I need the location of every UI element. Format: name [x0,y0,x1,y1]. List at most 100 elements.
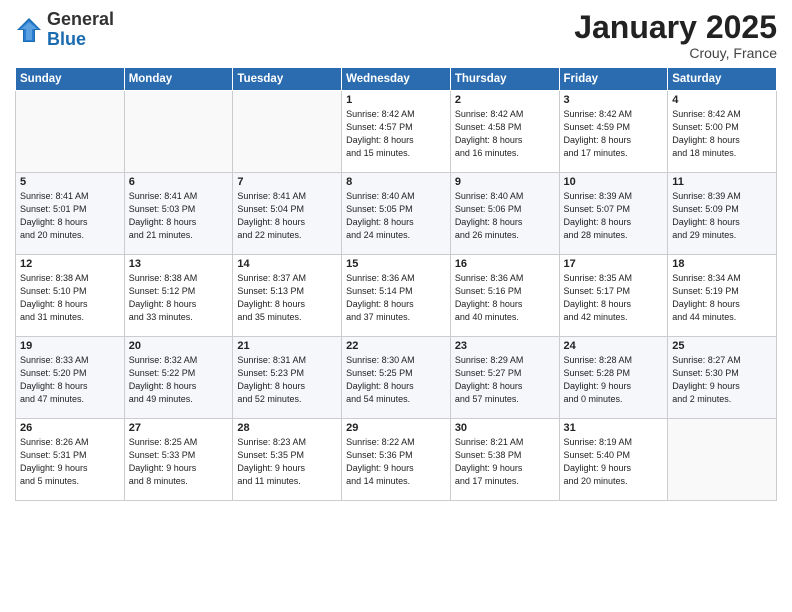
calendar-cell: 13 Sunrise: 8:38 AMSunset: 5:12 PMDayligh… [124,255,233,337]
calendar-cell: 12 Sunrise: 8:38 AMSunset: 5:10 PMDayligh… [16,255,125,337]
day-info: Sunrise: 8:30 AMSunset: 5:25 PMDaylight:… [346,354,446,406]
day-info: Sunrise: 8:42 AMSunset: 5:00 PMDaylight:… [672,108,772,160]
day-number: 30 [455,422,555,434]
day-number: 22 [346,340,446,352]
day-number: 27 [129,422,229,434]
day-number: 29 [346,422,446,434]
day-number: 11 [672,176,772,188]
day-number: 26 [20,422,120,434]
day-number: 13 [129,258,229,270]
header-sunday: Sunday [16,68,125,91]
calendar-cell: 23Sunrise: 8:29 AMSunset: 5:27 PMDayligh… [450,337,559,419]
calendar-cell [16,91,125,173]
calendar-cell: 16Sunrise: 8:36 AMSunset: 5:16 PMDayligh… [450,255,559,337]
month-year: January 2025 [574,10,777,45]
day-info: Sunrise: 8:41 AMSunset: 5:01 PMDaylight:… [20,190,120,242]
day-number: 21 [237,340,337,352]
week-row-2: 12 Sunrise: 8:38 AMSunset: 5:10 PMDayligh… [16,255,777,337]
day-info: Sunrise: 8:41 AMSunset: 5:03 PMDaylight:… [129,190,229,242]
calendar: Sunday Monday Tuesday Wednesday Thursday… [15,67,777,501]
day-info: Sunrise: 8:25 AMSunset: 5:33 PMDaylight:… [129,436,229,488]
calendar-cell: 2 Sunrise: 8:42 AMSunset: 4:58 PMDaylight… [450,91,559,173]
calendar-cell: 21 Sunrise: 8:31 AMSunset: 5:23 PMDayligh… [233,337,342,419]
title-block: January 2025 Crouy, France [574,10,777,61]
calendar-cell: 5 Sunrise: 8:41 AMSunset: 5:01 PMDaylight… [16,173,125,255]
calendar-cell [668,419,777,501]
day-number: 17 [564,258,664,270]
calendar-cell [233,91,342,173]
day-number: 4 [672,94,772,106]
week-row-3: 19Sunrise: 8:33 AMSunset: 5:20 PMDayligh… [16,337,777,419]
calendar-cell: 6 Sunrise: 8:41 AMSunset: 5:03 PMDaylight… [124,173,233,255]
day-info: Sunrise: 8:38 AMSunset: 5:12 PMDaylight:… [129,272,229,324]
calendar-cell: 28Sunrise: 8:23 AMSunset: 5:35 PMDayligh… [233,419,342,501]
calendar-cell: 10Sunrise: 8:39 AMSunset: 5:07 PMDayligh… [559,173,668,255]
day-number: 18 [672,258,772,270]
calendar-cell: 24 Sunrise: 8:28 AMSunset: 5:28 PMDayligh… [559,337,668,419]
header-friday: Friday [559,68,668,91]
day-info: Sunrise: 8:42 AMSunset: 4:59 PMDaylight:… [564,108,664,160]
day-number: 24 [564,340,664,352]
day-number: 9 [455,176,555,188]
logo-icon [15,16,43,44]
calendar-cell: 1Sunrise: 8:42 AMSunset: 4:57 PMDaylight… [342,91,451,173]
calendar-cell: 22 Sunrise: 8:30 AMSunset: 5:25 PMDayligh… [342,337,451,419]
header-thursday: Thursday [450,68,559,91]
calendar-cell: 18 Sunrise: 8:34 AMSunset: 5:19 PMDayligh… [668,255,777,337]
header-saturday: Saturday [668,68,777,91]
calendar-cell: 20Sunrise: 8:32 AMSunset: 5:22 PMDayligh… [124,337,233,419]
day-number: 3 [564,94,664,106]
day-number: 12 [20,258,120,270]
calendar-cell: 31 Sunrise: 8:19 AMSunset: 5:40 PMDayligh… [559,419,668,501]
day-info: Sunrise: 8:28 AMSunset: 5:28 PMDaylight:… [564,354,664,406]
day-info: Sunrise: 8:37 AMSunset: 5:13 PMDaylight:… [237,272,337,324]
day-info: Sunrise: 8:42 AMSunset: 4:58 PMDaylight:… [455,108,555,160]
calendar-cell: 9 Sunrise: 8:40 AMSunset: 5:06 PMDaylight… [450,173,559,255]
calendar-cell: 19Sunrise: 8:33 AMSunset: 5:20 PMDayligh… [16,337,125,419]
logo-general: General [47,9,114,29]
day-info: Sunrise: 8:19 AMSunset: 5:40 PMDaylight:… [564,436,664,488]
day-info: Sunrise: 8:29 AMSunset: 5:27 PMDaylight:… [455,354,555,406]
header-tuesday: Tuesday [233,68,342,91]
calendar-cell: 29Sunrise: 8:22 AMSunset: 5:36 PMDayligh… [342,419,451,501]
page: General Blue January 2025 Crouy, France … [0,0,792,612]
day-info: Sunrise: 8:36 AMSunset: 5:14 PMDaylight:… [346,272,446,324]
calendar-cell: 14 Sunrise: 8:37 AMSunset: 5:13 PMDayligh… [233,255,342,337]
day-number: 6 [129,176,229,188]
day-number: 25 [672,340,772,352]
day-number: 8 [346,176,446,188]
day-info: Sunrise: 8:26 AMSunset: 5:31 PMDaylight:… [20,436,120,488]
day-number: 5 [20,176,120,188]
day-info: Sunrise: 8:40 AMSunset: 5:06 PMDaylight:… [455,190,555,242]
day-info: Sunrise: 8:41 AMSunset: 5:04 PMDaylight:… [237,190,337,242]
day-info: Sunrise: 8:31 AMSunset: 5:23 PMDaylight:… [237,354,337,406]
day-number: 31 [564,422,664,434]
calendar-cell: 15Sunrise: 8:36 AMSunset: 5:14 PMDayligh… [342,255,451,337]
day-number: 28 [237,422,337,434]
day-number: 14 [237,258,337,270]
week-row-1: 5 Sunrise: 8:41 AMSunset: 5:01 PMDaylight… [16,173,777,255]
day-info: Sunrise: 8:40 AMSunset: 5:05 PMDaylight:… [346,190,446,242]
weekday-header-row: Sunday Monday Tuesday Wednesday Thursday… [16,68,777,91]
calendar-cell: 30 Sunrise: 8:21 AMSunset: 5:38 PMDayligh… [450,419,559,501]
day-info: Sunrise: 8:39 AMSunset: 5:09 PMDaylight:… [672,190,772,242]
day-info: Sunrise: 8:39 AMSunset: 5:07 PMDaylight:… [564,190,664,242]
calendar-cell [124,91,233,173]
header-wednesday: Wednesday [342,68,451,91]
calendar-cell: 4 Sunrise: 8:42 AMSunset: 5:00 PMDaylight… [668,91,777,173]
calendar-cell: 11 Sunrise: 8:39 AMSunset: 5:09 PMDayligh… [668,173,777,255]
calendar-cell: 8 Sunrise: 8:40 AMSunset: 5:05 PMDaylight… [342,173,451,255]
day-info: Sunrise: 8:21 AMSunset: 5:38 PMDaylight:… [455,436,555,488]
calendar-cell: 17Sunrise: 8:35 AMSunset: 5:17 PMDayligh… [559,255,668,337]
day-info: Sunrise: 8:36 AMSunset: 5:16 PMDaylight:… [455,272,555,324]
day-number: 7 [237,176,337,188]
day-info: Sunrise: 8:42 AMSunset: 4:57 PMDaylight:… [346,108,446,160]
day-info: Sunrise: 8:34 AMSunset: 5:19 PMDaylight:… [672,272,772,324]
calendar-cell: 3 Sunrise: 8:42 AMSunset: 4:59 PMDaylight… [559,91,668,173]
day-info: Sunrise: 8:38 AMSunset: 5:10 PMDaylight:… [20,272,120,324]
day-number: 2 [455,94,555,106]
week-row-0: 1Sunrise: 8:42 AMSunset: 4:57 PMDaylight… [16,91,777,173]
day-info: Sunrise: 8:33 AMSunset: 5:20 PMDaylight:… [20,354,120,406]
header: General Blue January 2025 Crouy, France [15,10,777,61]
calendar-cell: 7 Sunrise: 8:41 AMSunset: 5:04 PMDaylight… [233,173,342,255]
